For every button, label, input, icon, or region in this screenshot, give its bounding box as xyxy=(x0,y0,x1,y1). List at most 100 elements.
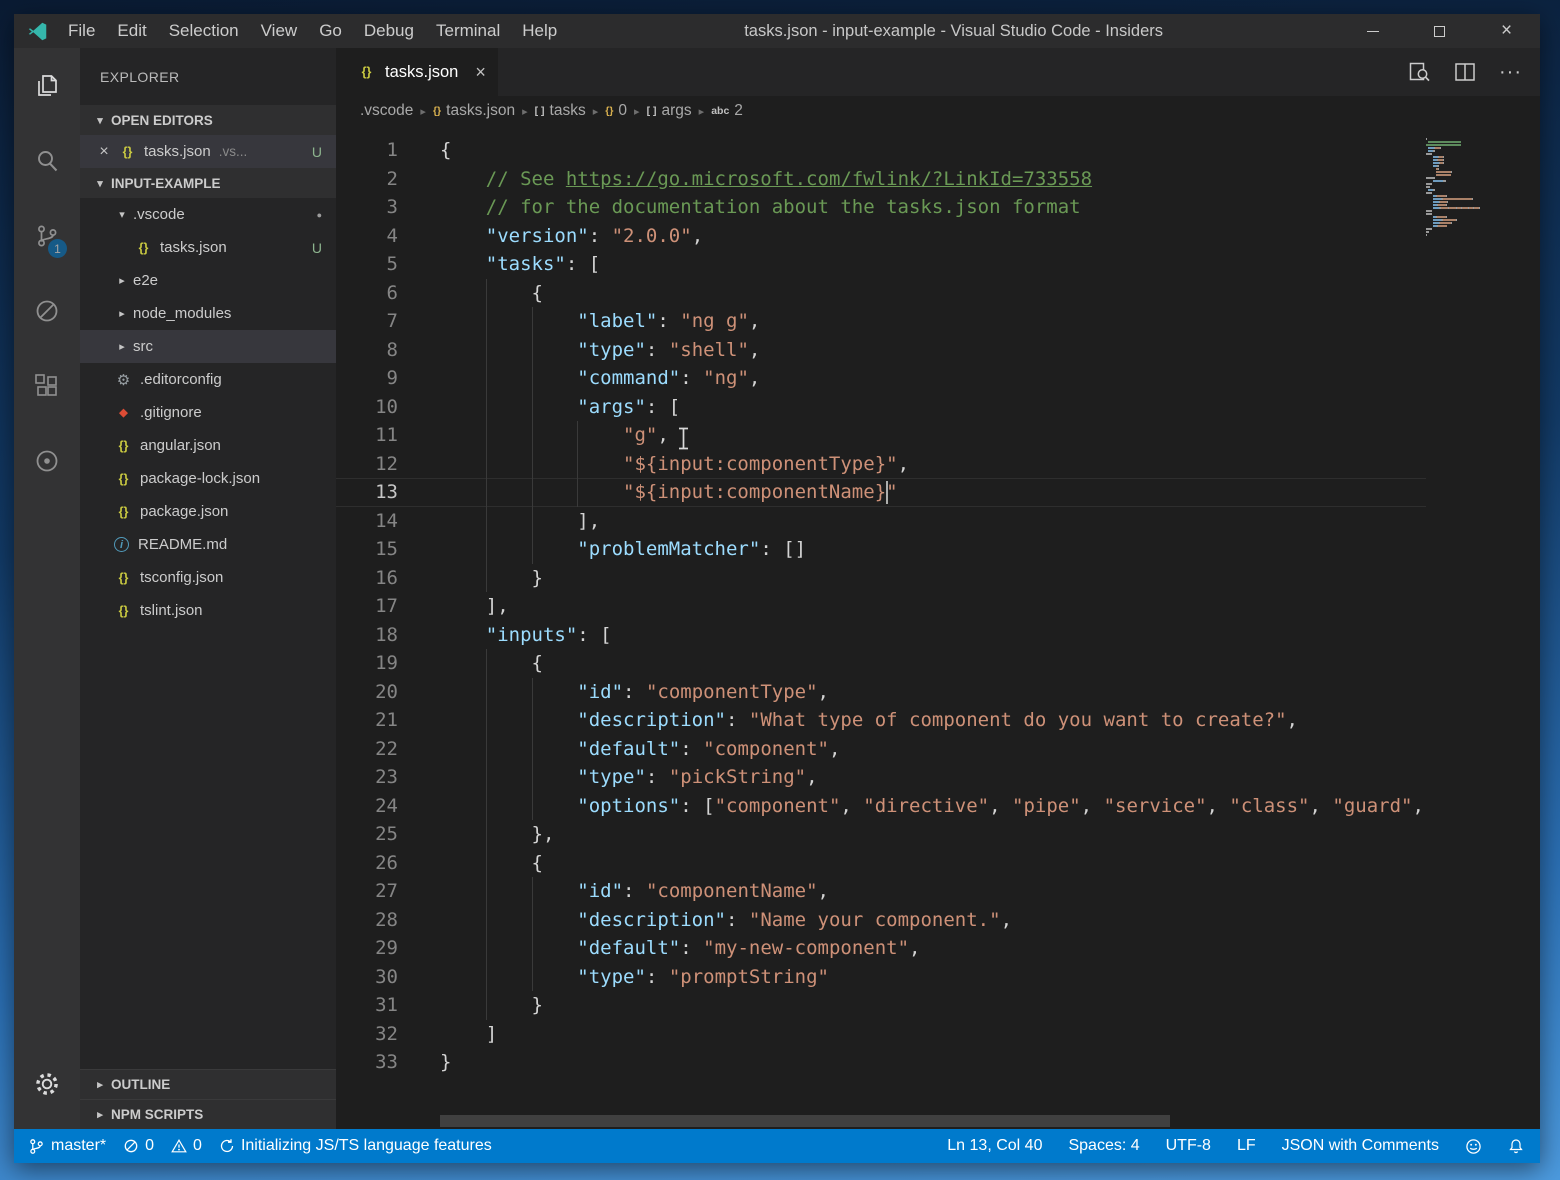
horizontal-scrollbar[interactable] xyxy=(336,1114,1426,1128)
code-line-4[interactable]: 4 "version": "2.0.0", xyxy=(336,222,1426,251)
file-package.json[interactable]: {}package.json xyxy=(80,495,336,528)
breadcrumb-item[interactable]: [ ]tasks xyxy=(535,102,586,120)
code-editor[interactable]: 1{2 // See https://go.microsoft.com/fwli… xyxy=(336,126,1540,1129)
minimize-button[interactable] xyxy=(1339,14,1406,48)
line-number[interactable]: 16 xyxy=(336,564,440,593)
code-line-25[interactable]: 25 }, xyxy=(336,820,1426,849)
code-line-17[interactable]: 17 ], xyxy=(336,592,1426,621)
line-number[interactable]: 33 xyxy=(336,1048,440,1077)
debug-icon[interactable] xyxy=(14,273,80,348)
breadcrumb-item[interactable]: abc2 xyxy=(711,102,743,120)
folder-src[interactable]: ▸src xyxy=(80,330,336,363)
code-line-14[interactable]: 14 ], xyxy=(336,507,1426,536)
line-number[interactable]: 13 xyxy=(336,478,440,507)
code-line-9[interactable]: 9 "command": "ng", xyxy=(336,364,1426,393)
code-line-30[interactable]: 30 "type": "promptString" xyxy=(336,963,1426,992)
menu-help[interactable]: Help xyxy=(511,14,568,48)
code-line-15[interactable]: 15 "problemMatcher": [] xyxy=(336,535,1426,564)
close-editor-icon[interactable]: × xyxy=(94,143,114,161)
code-line-28[interactable]: 28 "description": "Name your component."… xyxy=(336,906,1426,935)
open-editor-item[interactable]: × {} tasks.json .vs... U xyxy=(80,135,336,168)
open-editors-header[interactable]: ▾ OPEN EDITORS xyxy=(80,105,336,135)
code-line-26[interactable]: 26 { xyxy=(336,849,1426,878)
language-status[interactable]: Initializing JS/TS language features xyxy=(219,1137,492,1155)
line-number[interactable]: 23 xyxy=(336,763,440,792)
tab-tasks-json[interactable]: {} tasks.json × xyxy=(336,48,498,96)
code-line-5[interactable]: 5 "tasks": [ xyxy=(336,250,1426,279)
line-number[interactable]: 2 xyxy=(336,165,440,194)
folder-node_modules[interactable]: ▸node_modules xyxy=(80,297,336,330)
code-line-18[interactable]: 18 "inputs": [ xyxy=(336,621,1426,650)
menu-terminal[interactable]: Terminal xyxy=(425,14,511,48)
line-number[interactable]: 6 xyxy=(336,279,440,308)
line-number[interactable]: 20 xyxy=(336,678,440,707)
file-.gitignore[interactable]: ◆.gitignore xyxy=(80,396,336,429)
file-.editorconfig[interactable]: ⚙.editorconfig xyxy=(80,363,336,396)
code-line-27[interactable]: 27 "id": "componentName", xyxy=(336,877,1426,906)
close-button[interactable]: × xyxy=(1473,14,1540,48)
open-preview-icon[interactable] xyxy=(1407,60,1431,84)
file-tasks.json[interactable]: {}tasks.jsonU xyxy=(80,231,336,264)
code-line-13[interactable]: 13 "${input:componentName}" xyxy=(336,478,1426,507)
line-number[interactable]: 21 xyxy=(336,706,440,735)
file-tslint.json[interactable]: {}tslint.json xyxy=(80,594,336,627)
code-line-11[interactable]: 11 "g", xyxy=(336,421,1426,450)
code-line-22[interactable]: 22 "default": "component", xyxy=(336,735,1426,764)
file-angular.json[interactable]: {}angular.json xyxy=(80,429,336,462)
explorer-icon[interactable] xyxy=(14,48,80,123)
line-number[interactable]: 3 xyxy=(336,193,440,222)
language-mode[interactable]: JSON with Comments xyxy=(1282,1137,1439,1155)
breadcrumb-item[interactable]: .vscode xyxy=(360,102,413,120)
section-npm-scripts[interactable]: ▸NPM SCRIPTS xyxy=(80,1099,336,1129)
code-line-31[interactable]: 31 } xyxy=(336,991,1426,1020)
line-number[interactable]: 14 xyxy=(336,507,440,536)
extensions-icon[interactable] xyxy=(14,348,80,423)
code-line-33[interactable]: 33} xyxy=(336,1048,1426,1077)
line-number[interactable]: 22 xyxy=(336,735,440,764)
line-number[interactable]: 4 xyxy=(336,222,440,251)
code-line-29[interactable]: 29 "default": "my-new-component", xyxy=(336,934,1426,963)
code-line-12[interactable]: 12 "${input:componentType}", xyxy=(336,450,1426,479)
code-line-1[interactable]: 1{ xyxy=(336,136,1426,165)
warnings[interactable]: 0 xyxy=(171,1137,202,1155)
line-number[interactable]: 1 xyxy=(336,136,440,165)
code-line-24[interactable]: 24 "options": ["component", "directive",… xyxy=(336,792,1426,821)
close-tab-icon[interactable]: × xyxy=(475,62,486,83)
cursor-position[interactable]: Ln 13, Col 40 xyxy=(947,1137,1042,1155)
project-header[interactable]: ▾ INPUT-EXAMPLE xyxy=(80,168,336,198)
encoding[interactable]: UTF-8 xyxy=(1166,1137,1211,1155)
line-number[interactable]: 15 xyxy=(336,535,440,564)
menu-view[interactable]: View xyxy=(250,14,309,48)
eol[interactable]: LF xyxy=(1237,1137,1256,1155)
scrollbar-thumb[interactable] xyxy=(440,1115,1170,1127)
menu-go[interactable]: Go xyxy=(308,14,353,48)
source-control-icon[interactable]: 1 xyxy=(14,198,80,273)
code-line-3[interactable]: 3 // for the documentation about the tas… xyxy=(336,193,1426,222)
notifications[interactable] xyxy=(1508,1138,1524,1154)
file-README.md[interactable]: iREADME.md xyxy=(80,528,336,561)
indentation[interactable]: Spaces: 4 xyxy=(1068,1137,1139,1155)
code-line-19[interactable]: 19 { xyxy=(336,649,1426,678)
line-number[interactable]: 26 xyxy=(336,849,440,878)
file-package-lock.json[interactable]: {}package-lock.json xyxy=(80,462,336,495)
line-number[interactable]: 32 xyxy=(336,1020,440,1049)
code-line-16[interactable]: 16 } xyxy=(336,564,1426,593)
line-number[interactable]: 27 xyxy=(336,877,440,906)
section-outline[interactable]: ▸OUTLINE xyxy=(80,1069,336,1099)
breadcrumb-item[interactable]: {}0 xyxy=(605,102,627,120)
code-line-8[interactable]: 8 "type": "shell", xyxy=(336,336,1426,365)
line-number[interactable]: 11 xyxy=(336,421,440,450)
line-number[interactable]: 19 xyxy=(336,649,440,678)
file-tsconfig.json[interactable]: {}tsconfig.json xyxy=(80,561,336,594)
code-line-6[interactable]: 6 { xyxy=(336,279,1426,308)
git-branch[interactable]: master* xyxy=(28,1137,106,1155)
line-number[interactable]: 5 xyxy=(336,250,440,279)
menu-selection[interactable]: Selection xyxy=(158,14,250,48)
line-number[interactable]: 17 xyxy=(336,592,440,621)
line-number[interactable]: 30 xyxy=(336,963,440,992)
line-number[interactable]: 28 xyxy=(336,906,440,935)
line-number[interactable]: 9 xyxy=(336,364,440,393)
line-number[interactable]: 7 xyxy=(336,307,440,336)
code-line-21[interactable]: 21 "description": "What type of componen… xyxy=(336,706,1426,735)
breadcrumb-item[interactable]: {}tasks.json xyxy=(433,102,515,120)
